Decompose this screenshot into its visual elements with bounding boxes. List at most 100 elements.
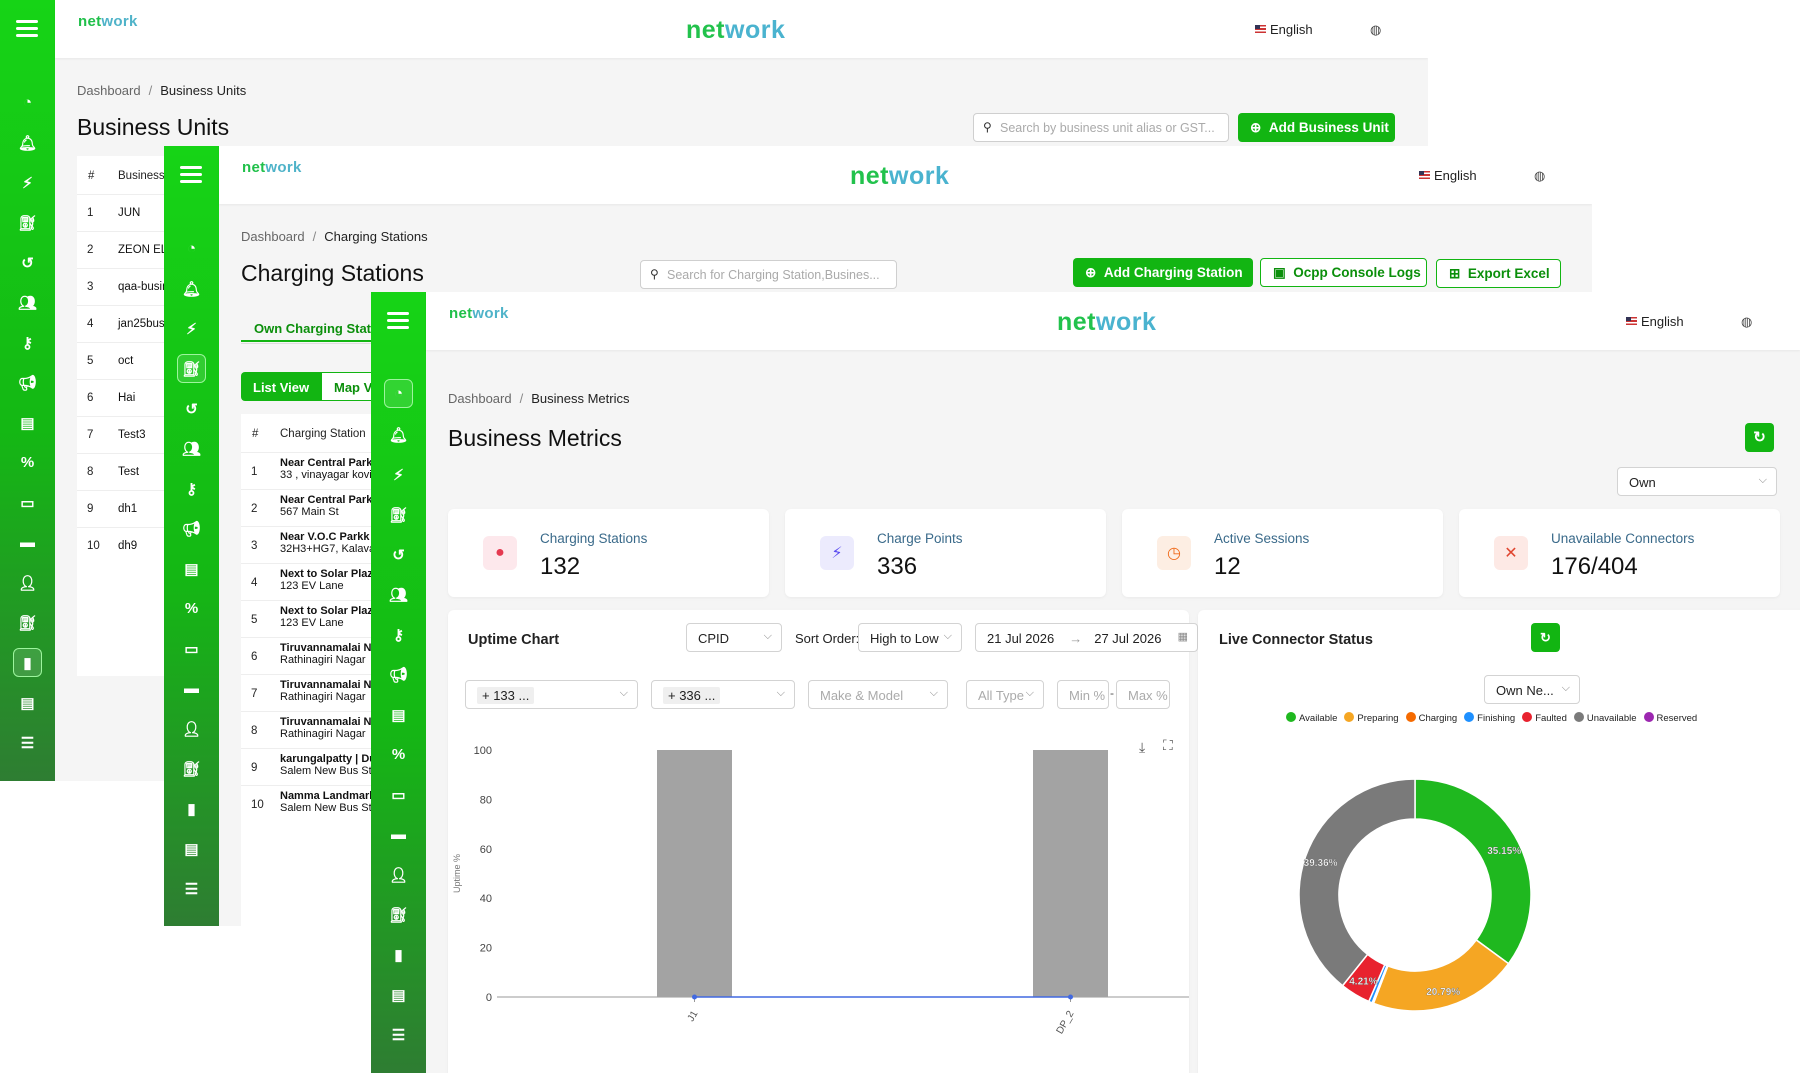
ticket-icon[interactable]: ▭ [13, 488, 42, 517]
legend-item[interactable]: Reserved [1643, 712, 1697, 724]
metric-card[interactable]: ✕ Unavailable Connectors 176/404 [1459, 509, 1780, 597]
table-row[interactable]: 7 Tiruvannamalai Na Rathinagiri Nagar [241, 674, 381, 711]
ticket-icon[interactable]: ▭ [384, 780, 413, 809]
table-row[interactable]: 2 Near Central Park 567 Main St [241, 489, 381, 526]
globe-icon[interactable]: ◍ [1741, 314, 1752, 330]
station-name[interactable]: Next to Solar Plaz [280, 605, 373, 617]
megaphone-icon[interactable]: 📢︎ [13, 368, 42, 397]
table-row[interactable]: 3 Near V.O.C Parkk | 32H3+HG7, Kalava [241, 526, 381, 563]
lightning-icon[interactable]: ⚡︎ [13, 168, 42, 197]
charger-icon[interactable]: ⛽︎ [177, 354, 206, 383]
globe-icon[interactable]: ◍ [1534, 168, 1545, 184]
history-icon[interactable]: ↺ [13, 248, 42, 277]
brand-logo-small[interactable]: network [242, 159, 302, 176]
menu-icon[interactable] [180, 166, 202, 183]
megaphone-icon[interactable]: 📢︎ [177, 514, 206, 543]
station-name[interactable]: karungalpatty | Du [280, 753, 376, 765]
document-icon[interactable]: ▤ [384, 980, 413, 1009]
business-unit-name[interactable]: Test3 [118, 429, 146, 441]
chart-icon[interactable]: ▮ [13, 648, 42, 677]
station-name[interactable]: Tiruvannamalai Na [280, 679, 378, 691]
card-icon[interactable]: ▬ [384, 820, 413, 849]
network-select[interactable]: Own Ne... ⌵ [1484, 675, 1580, 704]
brand-logo-small[interactable]: network [449, 305, 509, 322]
col-header-business[interactable]: Business [118, 170, 165, 182]
refresh-button[interactable]: ↻ [1745, 423, 1774, 452]
metric-card[interactable]: ◷ Active Sessions 12 [1122, 509, 1443, 597]
user-lock-icon[interactable]: 👤︎ [13, 568, 42, 597]
language-selector[interactable]: English [1419, 168, 1477, 183]
business-unit-name[interactable]: dh9 [118, 540, 137, 552]
menu-icon[interactable] [16, 20, 38, 37]
database-icon[interactable]: ☰ [177, 874, 206, 903]
dashboard-icon[interactable]: ◔ [384, 379, 413, 408]
donut-slice[interactable] [1414, 778, 1532, 965]
key-icon[interactable]: ⚷ [177, 474, 206, 503]
station-icon[interactable]: ⛽︎ [384, 900, 413, 929]
history-icon[interactable]: ↺ [177, 394, 206, 423]
table-row[interactable]: 1 Near Central Park 33 , vinayagar kovi [241, 452, 381, 489]
document-icon[interactable]: ▤ [177, 834, 206, 863]
ownership-select[interactable]: Own ⌵ [1617, 467, 1777, 496]
card-icon[interactable]: ▬ [177, 674, 206, 703]
table-row[interactable]: 9 karungalpatty | Du Salem New Bus St [241, 748, 381, 785]
database-icon[interactable]: ☰ [384, 1020, 413, 1049]
export-excel-button[interactable]: ⊞ Export Excel [1436, 259, 1561, 288]
users-icon[interactable]: 👥︎ [384, 580, 413, 609]
charger-icon[interactable]: ⛽︎ [384, 500, 413, 529]
business-unit-name[interactable]: jan25bus [118, 318, 165, 330]
invoice-icon[interactable]: ▤ [13, 408, 42, 437]
key-icon[interactable]: ⚷ [384, 620, 413, 649]
table-row[interactable]: 8 Tiruvannamalai Na Rathinagiri Nagar [241, 711, 381, 748]
dashboard-icon[interactable]: ◔ [13, 88, 42, 117]
user-lock-icon[interactable]: 👤︎ [177, 714, 206, 743]
breadcrumb-home[interactable]: Dashboard [241, 229, 305, 244]
dashboard-icon[interactable]: ◔ [177, 234, 206, 263]
business-unit-name[interactable]: Hai [118, 392, 135, 404]
table-row[interactable]: 5 Next to Solar Plaz 123 EV Lane [241, 600, 381, 637]
search-input[interactable]: ⚲ Search for Charging Station,Busines... [640, 260, 897, 289]
breadcrumb-home[interactable]: Dashboard [77, 83, 141, 98]
brand-logo-small[interactable]: network [78, 13, 138, 30]
user-lock-icon[interactable]: 👤︎ [384, 860, 413, 889]
users-icon[interactable]: 👥︎ [13, 288, 42, 317]
percent-icon[interactable]: % [13, 448, 42, 477]
metric-card[interactable]: ⚡︎ Charge Points 336 [785, 509, 1106, 597]
station-icon[interactable]: ⛽︎ [13, 608, 42, 637]
station-name[interactable]: Tiruvannamalai Na [280, 642, 378, 654]
card-icon[interactable]: ▬ [13, 528, 42, 557]
database-icon[interactable]: ☰ [13, 728, 42, 757]
add-charging-station-button[interactable]: ⊕ Add Charging Station [1073, 258, 1253, 287]
chart-icon[interactable]: ▮ [177, 794, 206, 823]
col-header-station[interactable]: Charging Station [280, 428, 366, 440]
ocpp-console-logs-button[interactable]: ▣ Ocpp Console Logs [1260, 258, 1427, 287]
breadcrumb-home[interactable]: Dashboard [448, 391, 512, 406]
live-status-refresh-button[interactable]: ↻ [1531, 623, 1560, 652]
bell-icon[interactable]: 🔔︎ [13, 128, 42, 157]
language-selector[interactable]: English [1626, 314, 1684, 329]
history-icon[interactable]: ↺ [384, 540, 413, 569]
charger-icon[interactable]: ⛽︎ [13, 208, 42, 237]
language-selector[interactable]: English [1255, 22, 1313, 37]
legend-item[interactable]: Finishing [1464, 712, 1515, 724]
station-name[interactable]: Near Central Park [280, 494, 372, 506]
legend-item[interactable]: Charging [1405, 712, 1457, 724]
donut-slice[interactable] [1298, 778, 1416, 987]
station-icon[interactable]: ⛽︎ [177, 754, 206, 783]
add-business-unit-button[interactable]: ⊕ Add Business Unit [1238, 113, 1395, 142]
invoice-icon[interactable]: ▤ [384, 700, 413, 729]
bell-icon[interactable]: 🔔︎ [384, 420, 413, 449]
invoice-icon[interactable]: ▤ [177, 554, 206, 583]
tab-own-charging-stations[interactable]: Own Charging Statio [241, 314, 381, 342]
business-unit-name[interactable]: qaa-busin [118, 281, 169, 293]
percent-icon[interactable]: % [384, 740, 413, 769]
station-name[interactable]: Near V.O.C Parkk | [280, 531, 376, 543]
list-view-toggle[interactable]: List View [241, 372, 321, 401]
globe-icon[interactable]: ◍ [1370, 22, 1381, 38]
menu-icon[interactable] [387, 312, 409, 329]
donut-slice[interactable] [1372, 938, 1510, 1012]
lightning-icon[interactable]: ⚡︎ [177, 314, 206, 343]
users-icon[interactable]: 👥︎ [177, 434, 206, 463]
chart-icon[interactable]: ▮ [384, 940, 413, 969]
table-row[interactable]: 6 Tiruvannamalai Na Rathinagiri Nagar [241, 637, 381, 674]
